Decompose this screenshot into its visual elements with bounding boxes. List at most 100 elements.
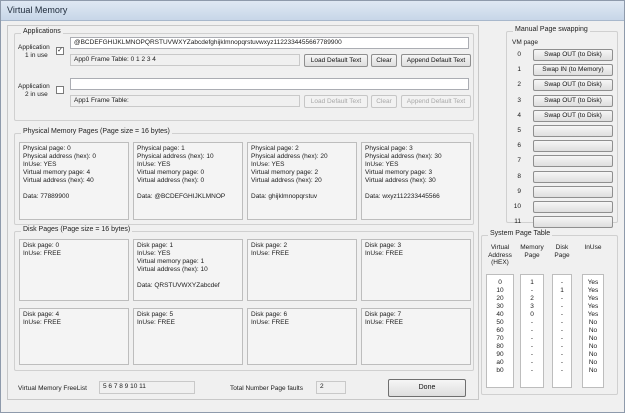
app2-load-default-button[interactable]: Load Default Text: [304, 95, 368, 108]
app1-label-line2: 1 in use: [25, 52, 48, 59]
disk-page-cell: Disk page: 4 InUse: FREE: [19, 308, 129, 365]
disk-pages-group: Disk Pages (Page size = 16 bytes) Disk p…: [14, 226, 474, 371]
spt-cell: b0: [496, 367, 504, 374]
spt-cell: 3: [530, 303, 534, 310]
app1-append-default-button[interactable]: Append Default Text: [401, 54, 471, 67]
disk-page-cell: Disk page: 1 InUse: YES Virtual memory pag…: [133, 239, 243, 301]
app2-clear-button[interactable]: Clear: [371, 95, 397, 108]
physical-page-line: Physical page: 1: [137, 145, 185, 152]
app1-in-use-checkbox[interactable]: ✓: [56, 47, 64, 55]
spt-column-inuse: Yes Yes Yes Yes Yes No No No No No No No: [582, 274, 604, 388]
vm-page-number: 10: [513, 203, 521, 210]
spt-cell: -: [560, 327, 564, 334]
vm-page-number: 4: [517, 111, 521, 119]
spt-header-line: InUse: [584, 244, 602, 251]
disk-page-line: InUse: FREE: [23, 319, 61, 326]
physical-page-line: Physical page: 2: [251, 145, 299, 152]
app1-label-line1: Application: [18, 44, 50, 51]
freelist-label: Virtual Memory FreeList: [18, 385, 87, 392]
spt-cell: No: [588, 359, 598, 366]
disk-page-line: Disk page: 3: [365, 242, 402, 249]
app2-data-input[interactable]: [70, 78, 469, 90]
vm-page-number: 3: [517, 96, 521, 104]
spt-cell: Yes: [587, 287, 599, 294]
spt-cell: -: [530, 367, 534, 374]
spt-header-line: Disk: [555, 244, 569, 251]
spt-cell: -: [560, 335, 564, 342]
app1-data-input[interactable]: @BCDEFGHIJKLMNOPQRSTUVWXYZabcdefghijklmn…: [70, 37, 469, 49]
physical-page-line: Virtual memory page: 0: [137, 169, 205, 176]
spt-header-mem: Memory Page: [516, 244, 548, 259]
spt-cell: Yes: [587, 295, 599, 302]
main-panel: Applications Application 1 in use ✓ @BCD…: [7, 25, 479, 400]
spt-cell: -: [560, 319, 564, 326]
swap-page-button[interactable]: Swap OUT (to Disk): [533, 109, 613, 122]
spt-cell: -: [560, 279, 564, 286]
spt-cell: 0: [530, 311, 534, 318]
swap-page-button[interactable]: Swap OUT (to Disk): [533, 94, 613, 107]
disk-page-cell: Disk page: 6 InUse: FREE: [247, 308, 357, 365]
vm-page-number: 7: [517, 157, 521, 165]
physical-page-line: Physical page: 3: [365, 145, 413, 152]
physical-page-line: Virtual memory page: 2: [251, 169, 319, 176]
vm-page-number: 6: [517, 142, 521, 150]
physical-page-cell: Physical page: 1 Physical address (hex): …: [133, 142, 243, 220]
spt-cell: 40: [496, 311, 504, 318]
disk-page-line: Disk page: 5: [137, 311, 174, 318]
disk-page-cell: Disk page: 7 InUse: FREE: [361, 308, 471, 365]
vm-page-number: 8: [517, 172, 521, 180]
spt-cell: No: [588, 343, 598, 350]
spt-header-line: Memory: [520, 244, 544, 251]
spt-cell: -: [560, 343, 564, 350]
disk-page-cell: Disk page: 5 InUse: FREE: [133, 308, 243, 365]
done-button[interactable]: Done: [388, 379, 466, 397]
spt-cell: 10: [496, 287, 504, 294]
spt-header-line: Page: [554, 251, 570, 259]
swap-page-button[interactable]: Swap IN (to Memory): [533, 64, 613, 77]
vm-page-number: 11: [514, 218, 521, 226]
spt-header-inuse: InUse: [578, 244, 608, 252]
swap-page-button[interactable]: [533, 216, 613, 229]
disk-page-line: Disk page: 7: [365, 311, 402, 318]
physical-page-line: InUse: YES: [23, 161, 57, 168]
spt-cell: -: [560, 359, 564, 366]
spt-cell: -: [560, 351, 564, 358]
spt-header-line: Address: [488, 251, 512, 259]
app1-clear-button[interactable]: Clear: [371, 54, 397, 67]
spt-cell: -: [530, 359, 534, 366]
app2-append-default-button[interactable]: Append Default Text: [401, 95, 471, 108]
swap-page-button[interactable]: [533, 155, 613, 168]
physical-page-line: InUse: YES: [251, 161, 285, 168]
spt-cell: No: [588, 327, 598, 334]
swap-page-button[interactable]: [533, 125, 613, 137]
disk-page-data: Data: QRSTUVWXYZabcdef: [137, 282, 220, 289]
app2-label-line1: Application: [18, 83, 50, 90]
spt-cell: No: [588, 367, 598, 374]
app2-in-use-checkbox[interactable]: [56, 86, 64, 94]
spt-cell: -: [530, 327, 534, 334]
physical-page-cell: Physical page: 0 Physical address (hex): …: [19, 142, 129, 220]
vm-page-number: 2: [517, 81, 521, 89]
disk-page-line: Disk page: 4: [23, 311, 60, 318]
spt-cell: -: [560, 295, 564, 302]
disk-page-cell: Disk page: 3 InUse: FREE: [361, 239, 471, 301]
disk-page-line: InUse: FREE: [365, 250, 403, 257]
swap-page-button[interactable]: [533, 201, 613, 213]
system-page-table-group: System Page Table Virtual Address (HEX) 0 10…: [481, 230, 618, 395]
spt-header-line: (HEX): [491, 259, 509, 266]
swap-page-button[interactable]: [533, 170, 613, 183]
app1-load-default-button[interactable]: Load Default Text: [304, 54, 368, 67]
spt-cell: -: [530, 287, 534, 294]
vm-page-number: 9: [517, 187, 521, 195]
physical-page-line: Physical address (hex): 20: [251, 153, 328, 160]
spt-cell: 1: [560, 287, 564, 294]
physical-page-line: Physical page: 0: [23, 145, 71, 152]
vm-page-number: 0: [517, 51, 521, 58]
swap-page-button[interactable]: Swap OUT (to Disk): [533, 49, 613, 61]
swap-page-button[interactable]: [533, 140, 613, 153]
swap-page-button[interactable]: [533, 185, 613, 198]
spt-cell: No: [588, 319, 598, 326]
swap-page-button[interactable]: Swap OUT (to Disk): [533, 79, 613, 92]
